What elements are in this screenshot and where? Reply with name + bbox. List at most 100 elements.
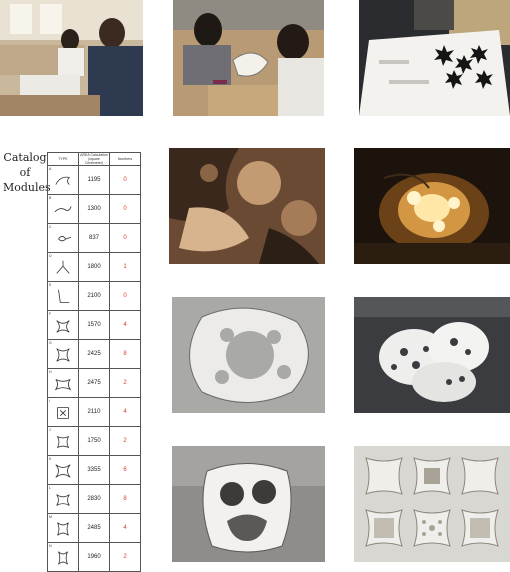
module-type-cell: C [47,223,79,253]
module-count-cell: 4 [109,310,141,340]
module-type-label: I [49,399,50,403]
module-type-cell: L [47,484,79,514]
module-shape-icon [58,289,70,303]
module-type-cell: J [47,426,79,456]
module-type-cell: M [47,513,79,543]
module-shape-icon [56,260,70,274]
module-shape-icon [56,494,70,506]
module-count-cell: 1 [109,252,141,282]
header-area: AREA Calculation (square Centimeter) [78,152,110,166]
table-row: A 1195 0 [47,165,141,195]
module-type-label: K [49,457,52,461]
photo-workshop-group [0,0,143,116]
header-area-unit: (square Centimeter) [84,157,104,165]
catalog-title-line: of [19,166,31,179]
module-count-cell: 0 [109,281,141,311]
module-type-cell: K [47,455,79,485]
module-count-cell: 2 [109,368,141,398]
module-area-cell: 2485 [78,513,110,543]
module-type-cell: N [47,542,79,572]
table-row: L 2830 8 [47,484,141,514]
module-catalog-table: TYPE AREA Calculation (square Centimeter… [47,152,141,572]
module-type-cell: F [47,310,79,340]
catalog-title-line: Catalog [3,151,47,164]
module-count-cell: 4 [109,513,141,543]
module-shape-icon [57,407,69,419]
photo-single-module [172,446,325,562]
module-shape-icon [55,176,71,185]
module-area-cell: 837 [78,223,110,253]
module-count-cell: 4 [109,397,141,427]
module-type-cell: H [47,368,79,398]
module-type-label: J [49,428,51,432]
module-count-cell: 6 [109,455,141,485]
table-row: K 3355 6 [47,455,141,485]
table-row: I 2110 4 [47,397,141,427]
module-type-cell: B [47,194,79,224]
table-row: B 1300 0 [47,194,141,224]
table-row: G 2425 8 [47,339,141,369]
module-shape-icon [56,320,70,333]
photo-white-ring [172,297,325,413]
table-row: F 1570 4 [47,310,141,340]
module-area-cell: 1570 [78,310,110,340]
table-row: D 1800 1 [47,252,141,282]
table-header-row: TYPE AREA Calculation (square Centimeter… [47,152,141,166]
module-type-label: G [49,341,52,345]
photo-closeup-shadows [169,148,325,264]
module-area-cell: 1960 [78,542,110,572]
table-row: M 2485 4 [47,513,141,543]
module-area-cell: 2475 [78,368,110,398]
photo-laser-cutter [359,0,510,116]
module-area-cell: 1195 [78,165,110,195]
module-type-label: H [49,370,52,374]
module-type-cell: E [47,281,79,311]
module-type-label: E [49,283,52,287]
module-count-cell: 0 [109,165,141,195]
module-count-cell: 8 [109,484,141,514]
table-row: J 1750 2 [47,426,141,456]
module-type-cell: I [47,397,79,427]
module-type-label: B [49,196,52,200]
module-type-label: M [49,515,52,519]
module-type-cell: A [47,165,79,195]
module-type-label: L [49,486,51,490]
header-type: TYPE [47,152,79,166]
table-row: H 2475 2 [47,368,141,398]
module-shape-icon [58,235,72,242]
module-type-label: F [49,312,52,316]
module-shape-icon [54,379,72,391]
module-type-cell: D [47,252,79,282]
module-count-cell: 2 [109,426,141,456]
catalog-title-line: Modules [3,181,51,194]
module-count-cell: 2 [109,542,141,572]
table-row: C 837 0 [47,223,141,253]
photo-stacked-modules [354,297,510,413]
module-area-cell: 2830 [78,484,110,514]
module-area-cell: 2425 [78,339,110,369]
catalog-title: Catalog of Modules [3,150,51,195]
module-shape-icon [55,464,71,478]
module-count-cell: 0 [109,223,141,253]
module-type-label: C [49,225,52,229]
module-area-cell: 1800 [78,252,110,282]
module-shape-icon [56,348,70,362]
module-area-cell: 1300 [78,194,110,224]
module-shape-icon [54,206,72,213]
module-shape-icon [56,435,70,449]
header-numbers: Numbers [109,152,141,166]
module-area-cell: 2100 [78,281,110,311]
module-type-label: A [49,167,52,171]
photo-workshop-assembly [173,0,324,116]
table-row: E 2100 0 [47,281,141,311]
module-count-cell: 8 [109,339,141,369]
table-row: N 1960 2 [47,542,141,572]
module-count-cell: 0 [109,194,141,224]
photo-lit-lamp [354,148,510,264]
module-area-cell: 2110 [78,397,110,427]
module-type-label: D [49,254,52,258]
module-shape-icon [57,522,69,536]
module-area-cell: 3355 [78,455,110,485]
module-type-cell: G [47,339,79,369]
module-shape-icon [58,551,68,565]
